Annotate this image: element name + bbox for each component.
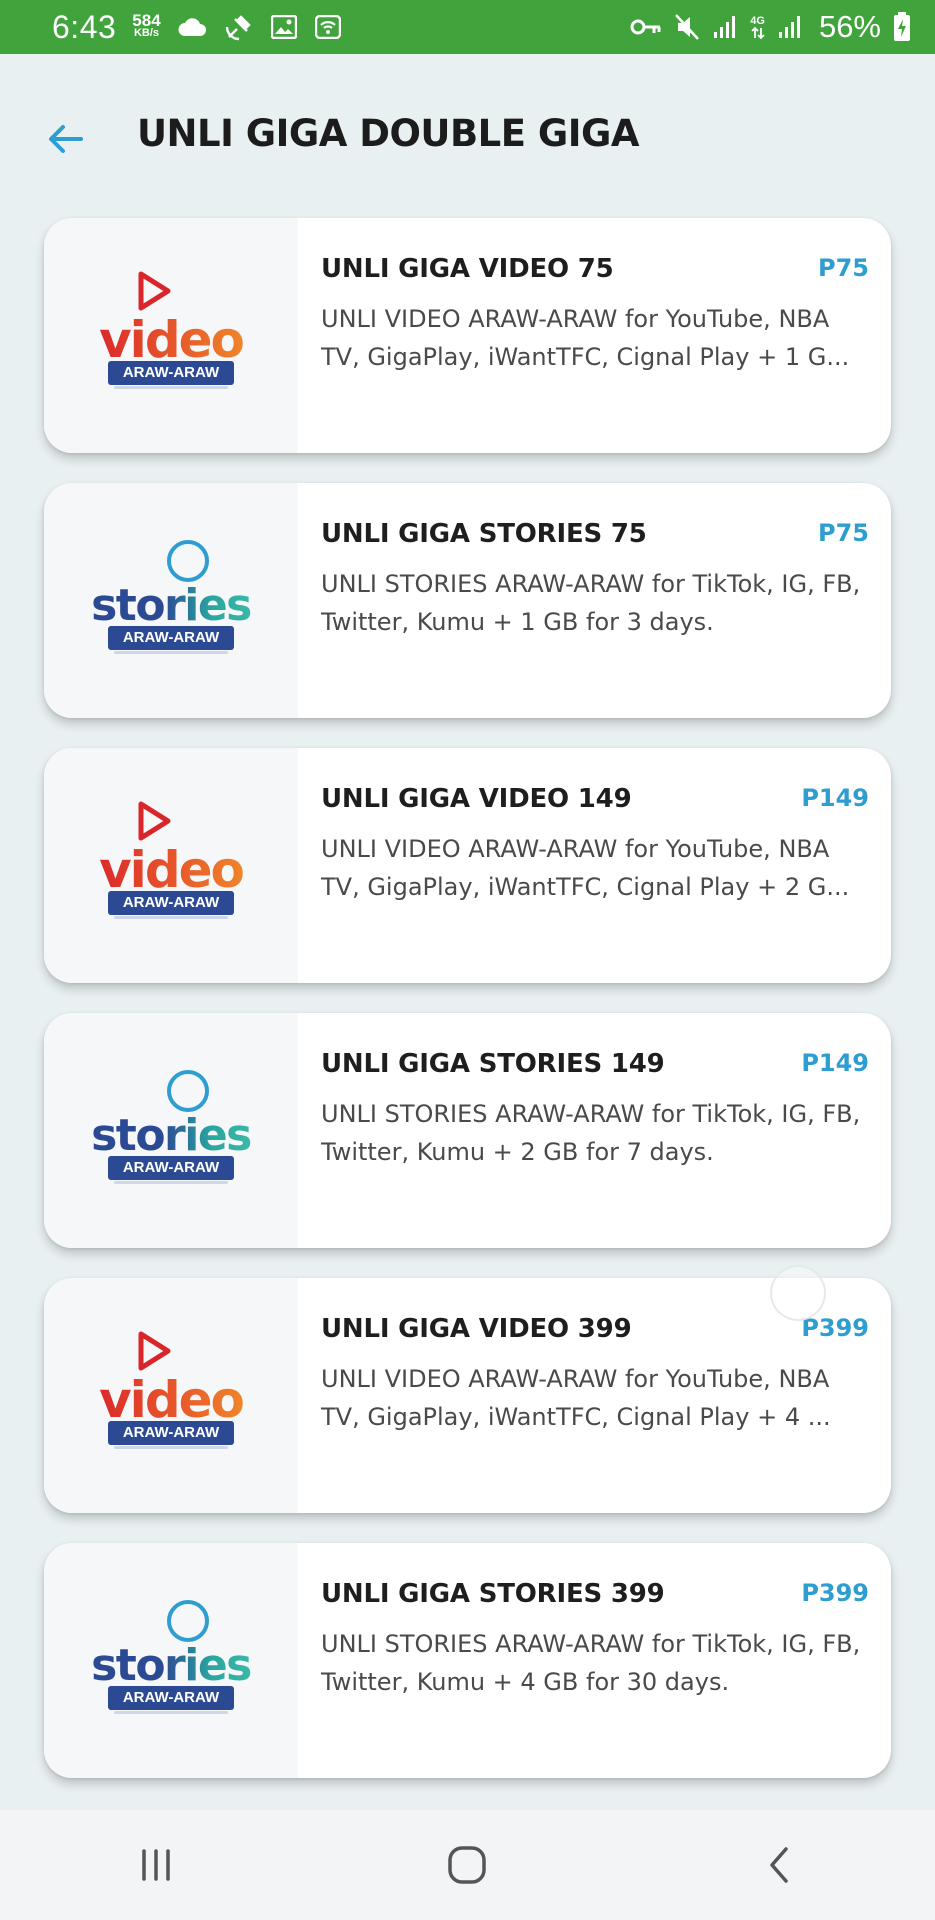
logo-word: video: [91, 311, 251, 369]
back-nav-button[interactable]: [734, 1830, 824, 1900]
logo-badge: ARAW-ARAW: [108, 1420, 234, 1449]
play-icon: [138, 271, 171, 310]
data-arrows-icon: [750, 26, 765, 39]
circle-icon: [167, 1069, 209, 1112]
mute-icon: [675, 14, 700, 40]
stories-logo: stories ARAW-ARAW: [91, 1066, 252, 1196]
cloud-icon: [178, 18, 206, 36]
recent-apps-button[interactable]: [111, 1830, 201, 1900]
home-button[interactable]: [422, 1830, 512, 1900]
battery-icon: [894, 12, 910, 41]
logo-badge: ARAW-ARAW: [108, 1685, 234, 1714]
promo-card[interactable]: video ARAW-ARAW UNLI GIGA VIDEO 149 P149…: [44, 748, 891, 983]
arrow-left-icon: [49, 125, 83, 153]
promo-card[interactable]: stories ARAW-ARAW UNLI GIGA STORIES 399 …: [44, 1543, 891, 1778]
signal-icon: [714, 16, 736, 38]
4g-signal-icon: [778, 16, 800, 38]
network-type-label: 4G: [750, 14, 765, 27]
status-bar: 6:43 584 KB/s 4G 56%: [0, 0, 935, 54]
promo-description: UNLI STORIES ARAW-ARAW for TikTok, IG, F…: [321, 1100, 861, 1166]
promo-price: P399: [801, 1314, 869, 1342]
app-header: UNLI GIGA DOUBLE GIGA: [0, 54, 935, 214]
logo-word: video: [91, 841, 251, 899]
logo-badge: ARAW-ARAW: [108, 360, 234, 389]
recent-apps-icon: [142, 1849, 170, 1881]
logo-word: video: [91, 1371, 251, 1429]
touch-indicator: [770, 1265, 826, 1321]
system-nav-bar: [0, 1810, 935, 1920]
stories-logo: stories ARAW-ARAW: [91, 1596, 252, 1726]
network-speed: 584 KB/s: [132, 11, 161, 40]
promo-list: video ARAW-ARAW UNLI GIGA VIDEO 75 P75 U…: [44, 218, 891, 1808]
play-icon: [138, 801, 171, 840]
wifi-calling-icon: [314, 15, 341, 39]
video-logo: video ARAW-ARAW: [91, 1331, 251, 1461]
logo-badge: ARAW-ARAW: [108, 625, 234, 654]
battery-percent: 56%: [818, 9, 881, 44]
network-type: 4G: [750, 14, 765, 39]
promo-price: P149: [801, 1049, 869, 1077]
logo-word: stories: [91, 1639, 252, 1691]
promo-logo: stories ARAW-ARAW: [44, 1013, 298, 1248]
promo-title: UNLI GIGA STORIES 149: [321, 1049, 665, 1079]
promo-title: UNLI GIGA VIDEO 149: [321, 784, 632, 814]
promo-logo: video ARAW-ARAW: [44, 1278, 298, 1513]
vpn-key-icon: [630, 19, 661, 35]
back-icon: [770, 1847, 788, 1883]
promo-price: P75: [818, 519, 869, 547]
promo-card[interactable]: stories ARAW-ARAW UNLI GIGA STORIES 149 …: [44, 1013, 891, 1248]
promo-description: UNLI VIDEO ARAW-ARAW for YouTube, NBA TV…: [321, 305, 850, 371]
promo-description: UNLI STORIES ARAW-ARAW for TikTok, IG, F…: [321, 570, 861, 636]
promo-description: UNLI VIDEO ARAW-ARAW for YouTube, NBA TV…: [321, 835, 850, 901]
promo-logo: video ARAW-ARAW: [44, 748, 298, 983]
stories-logo: stories ARAW-ARAW: [91, 536, 252, 666]
promo-price: P75: [818, 254, 869, 282]
status-time: 6:43: [52, 8, 117, 45]
promo-logo: stories ARAW-ARAW: [44, 483, 298, 718]
promo-title: UNLI GIGA VIDEO 399: [321, 1314, 632, 1344]
video-logo: video ARAW-ARAW: [91, 271, 251, 401]
promo-card[interactable]: video ARAW-ARAW UNLI GIGA VIDEO 75 P75 U…: [44, 218, 891, 453]
circle-icon: [167, 1599, 209, 1642]
logo-word: stories: [91, 1109, 252, 1161]
promo-logo: video ARAW-ARAW: [44, 218, 298, 453]
back-button[interactable]: [40, 114, 90, 164]
promo-title: UNLI GIGA STORIES 75: [321, 519, 647, 549]
promo-logo: stories ARAW-ARAW: [44, 1543, 298, 1778]
home-icon: [448, 1846, 487, 1884]
network-speed-value: 584: [132, 11, 161, 30]
network-speed-unit: KB/s: [133, 27, 159, 39]
circle-icon: [167, 539, 209, 582]
logo-word: stories: [91, 579, 252, 631]
page-title: UNLI GIGA DOUBLE GIGA: [137, 112, 640, 155]
satellite-icon: [225, 15, 251, 41]
promo-description: UNLI VIDEO ARAW-ARAW for YouTube, NBA TV…: [321, 1365, 831, 1431]
gallery-icon: [270, 15, 297, 39]
promo-card[interactable]: stories ARAW-ARAW UNLI GIGA STORIES 75 P…: [44, 483, 891, 718]
promo-description: UNLI STORIES ARAW-ARAW for TikTok, IG, F…: [321, 1630, 861, 1696]
promo-title: UNLI GIGA STORIES 399: [321, 1579, 665, 1609]
promo-card[interactable]: video ARAW-ARAW UNLI GIGA VIDEO 399 P399…: [44, 1278, 891, 1513]
logo-badge: ARAW-ARAW: [108, 890, 234, 919]
promo-price: P399: [801, 1579, 869, 1607]
logo-badge: ARAW-ARAW: [108, 1155, 234, 1184]
promo-title: UNLI GIGA VIDEO 75: [321, 254, 614, 284]
promo-price: P149: [801, 784, 869, 812]
play-icon: [138, 1331, 171, 1370]
video-logo: video ARAW-ARAW: [91, 801, 251, 931]
